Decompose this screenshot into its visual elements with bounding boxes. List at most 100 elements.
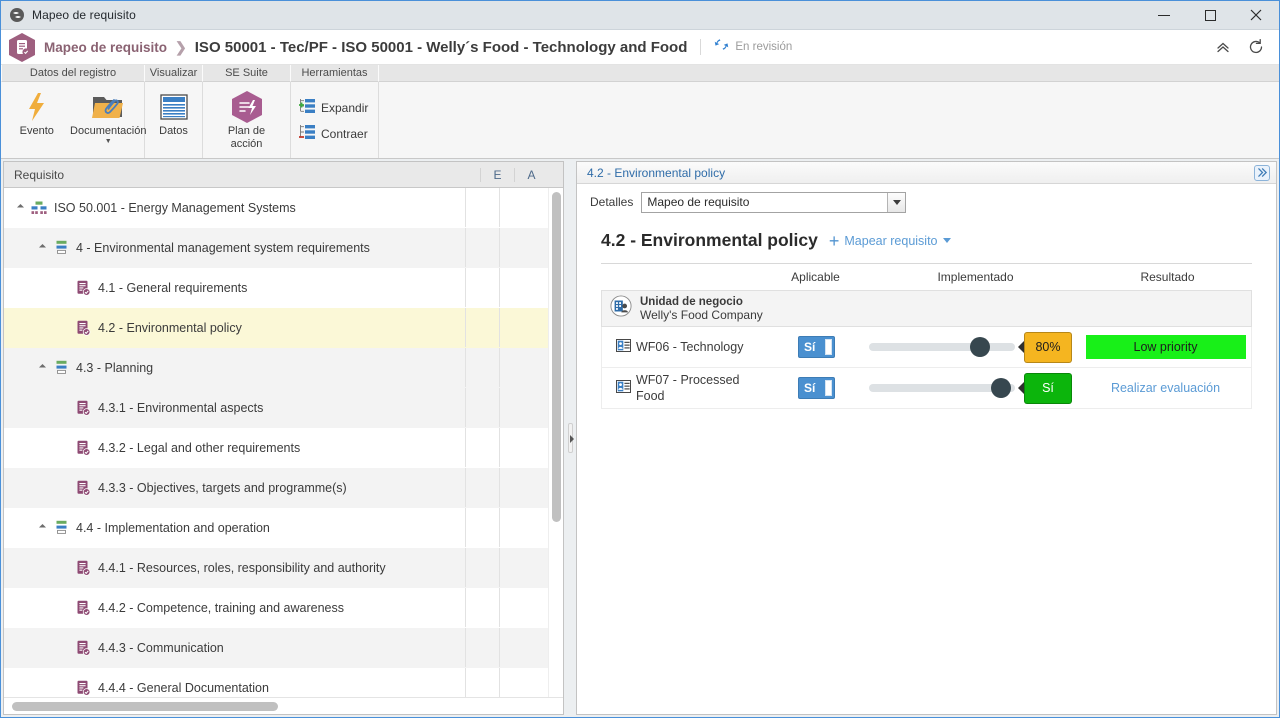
tree-item-1[interactable]: 4 - Environmental management system requ… (4, 228, 548, 268)
realizar-evaluacion-link[interactable]: Realizar evaluación (1111, 381, 1220, 395)
detalles-select-value: Mapeo de requisito (647, 195, 750, 209)
tree-cell-a (499, 548, 533, 587)
tree-expander-icon[interactable] (34, 243, 50, 252)
mapping-row-name: WF06 - Technology (636, 340, 744, 354)
tree-vscroll-thumb[interactable] (552, 192, 561, 522)
requirement-tree-panel: Requisito E A ISO 50.001 - Energy Manage… (3, 161, 564, 715)
folder-attachment-icon (91, 89, 125, 125)
slider-track[interactable] (869, 343, 1015, 351)
implementation-slider[interactable] (869, 377, 1015, 399)
tree-item-6[interactable]: 4.3.2 - Legal and other requirements (4, 428, 548, 468)
tree-cell-a (499, 388, 533, 427)
applicable-toggle-label: Sí (804, 340, 816, 354)
refresh-icon[interactable] (1247, 38, 1265, 56)
requirement-mapping-icon (9, 32, 35, 62)
minimize-button[interactable] (1141, 1, 1187, 29)
tree-cell-a (499, 188, 533, 227)
mapping-table-header: Aplicable Implementado Resultado (601, 264, 1252, 290)
tree-column-requisito: Requisito (14, 167, 65, 182)
applicable-toggle[interactable]: Sí (798, 377, 835, 399)
detalles-select[interactable]: Mapeo de requisito (641, 191, 907, 213)
detail-title: 4.2 - Environmental policy (601, 230, 818, 250)
close-button[interactable] (1233, 1, 1279, 29)
tree-cell-e (465, 268, 499, 307)
tree-cell-e (465, 548, 499, 587)
tree-item-12[interactable]: 4.4.4 - General Documentation (4, 668, 548, 697)
result-bar[interactable]: Low priority (1085, 335, 1246, 359)
tree-vertical-scrollbar[interactable] (548, 188, 563, 697)
tree-item-7[interactable]: 4.3.3 - Objectives, targets and programm… (4, 468, 548, 508)
mapear-requisito-label: Mapear requisito (844, 233, 938, 248)
tree-body: ISO 50.001 - Energy Management Systems 4 … (4, 188, 563, 697)
plan-de-accion-button[interactable]: Plan de acción (212, 86, 282, 151)
ribbon-group-label-se-suite: SE Suite (203, 65, 291, 82)
header-actions (1215, 38, 1269, 56)
documentacion-button[interactable]: Documentación ▼ (70, 86, 147, 145)
tree-cell-e (465, 508, 499, 547)
tree-item-columns (465, 268, 533, 307)
detail-title-row: 4.2 - Environmental policy + Mapear requ… (577, 220, 1276, 263)
tree-item-9[interactable]: 4.4.1 - Resources, roles, responsibility… (4, 548, 548, 588)
implementation-badge[interactable]: 80% (1024, 331, 1072, 363)
tree-item-10[interactable]: 4.4.2 - Competence, training and awarene… (4, 588, 548, 628)
toggle-knob (825, 339, 832, 355)
expandir-button[interactable]: Expandir (295, 97, 371, 120)
implementation-slider[interactable] (869, 336, 1015, 358)
tree-item-columns (465, 508, 533, 547)
requirement-icon (72, 400, 94, 416)
detalles-row: Detalles Mapeo de requisito (577, 184, 1276, 220)
chevron-down-icon[interactable] (942, 238, 951, 243)
tree-horizontal-scrollbar[interactable] (4, 697, 563, 714)
chevron-down-icon[interactable]: ▼ (105, 138, 112, 145)
section-icon (50, 520, 72, 535)
tree-cell-e (465, 628, 499, 667)
tree-expander-icon[interactable] (12, 203, 28, 212)
implementation-badge-label: Sí (1042, 381, 1054, 395)
toggle-knob (825, 380, 832, 396)
tree-expander-icon[interactable] (34, 363, 50, 372)
contraer-label: Contraer (321, 127, 368, 141)
tree-item-4[interactable]: 4.3 - Planning (4, 348, 548, 388)
evento-button[interactable]: Evento (2, 86, 72, 138)
documentacion-label: Documentación (70, 125, 147, 137)
tree-item-columns (465, 228, 533, 267)
contraer-button[interactable]: Contraer (295, 123, 371, 146)
tree-item-columns (465, 428, 533, 467)
tree-item-11[interactable]: 4.4.3 - Communication (4, 628, 548, 668)
tree-item-3[interactable]: 4.2 - Environmental policy (4, 308, 548, 348)
mapear-requisito-button[interactable]: + Mapear requisito (829, 232, 951, 250)
panel-splitter[interactable] (564, 159, 576, 717)
ribbon-group-label-herramientas: Herramientas (291, 65, 379, 82)
splitter-grip[interactable] (567, 423, 574, 453)
datos-button[interactable]: Datos (145, 86, 202, 138)
detail-panel: 4.2 - Environmental policy Detalles Mape… (576, 161, 1277, 715)
ribbon-body: Evento Documentación ▼ Datos Plan de acc… (1, 82, 1279, 158)
chevron-down-icon[interactable] (887, 192, 906, 212)
mapping-row: WF07 - Processed Food Sí Sí Realizar evalua… (601, 368, 1252, 409)
tree-column-e: E (480, 167, 514, 182)
tree-item-0[interactable]: ISO 50.001 - Energy Management Systems (4, 188, 548, 228)
tree-item-2[interactable]: 4.1 - General requirements (4, 268, 548, 308)
window-controls (1141, 1, 1279, 29)
requirement-icon (72, 480, 94, 496)
tree-cell-a (499, 628, 533, 667)
tree-hscroll-thumb[interactable] (12, 702, 278, 711)
page-header: Mapeo de requisito ❯ ISO 50001 - Tec/PF … (1, 30, 1279, 65)
breadcrumb-root[interactable]: Mapeo de requisito (44, 40, 167, 55)
slider-knob[interactable] (991, 378, 1012, 398)
implementation-badge[interactable]: Sí (1024, 372, 1072, 404)
chevron-double-right-icon[interactable] (1254, 164, 1270, 181)
header-divider (700, 39, 702, 55)
applicable-toggle[interactable]: Sí (798, 336, 835, 358)
requirement-icon (72, 280, 94, 296)
main-content: Requisito E A ISO 50.001 - Energy Manage… (1, 159, 1279, 717)
tree-item-5[interactable]: 4.3.1 - Environmental aspects (4, 388, 548, 428)
slider-knob[interactable] (969, 337, 990, 357)
ribbon-filler (379, 82, 1279, 158)
org-unit-icon (616, 379, 631, 397)
tree-expander-icon[interactable] (34, 523, 50, 532)
maximize-button[interactable] (1187, 1, 1233, 29)
tree-item-8[interactable]: 4.4 - Implementation and operation (4, 508, 548, 548)
mapping-rows: WF06 - Technology Sí 80% Low priority WF07 -… (601, 327, 1252, 409)
chevron-double-up-icon[interactable] (1215, 39, 1231, 55)
